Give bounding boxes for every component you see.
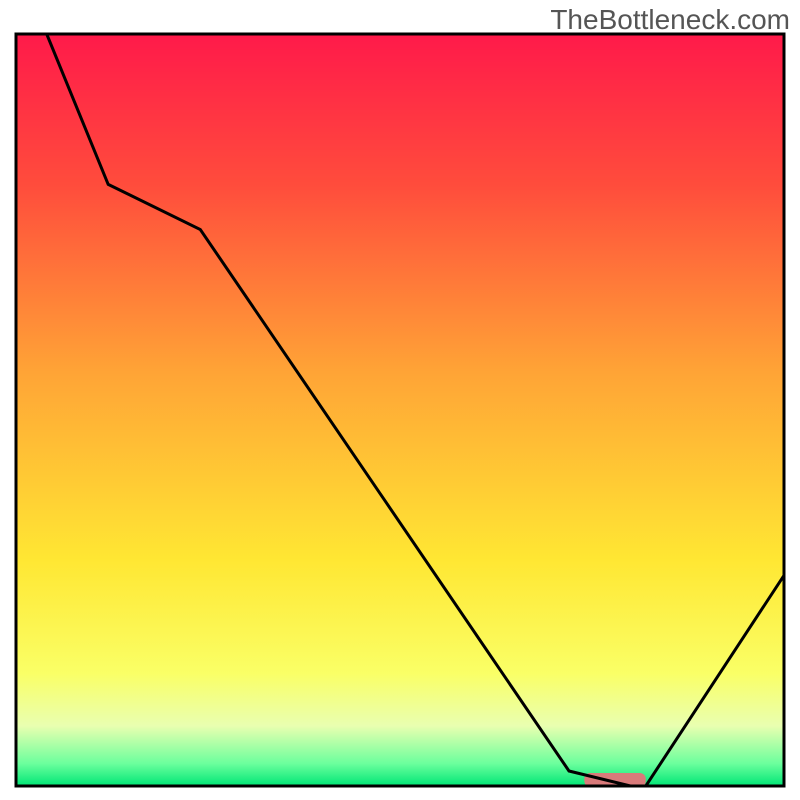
gradient-background xyxy=(16,34,784,786)
chart-container: TheBottleneck.com xyxy=(0,0,800,800)
chart-svg xyxy=(0,0,800,800)
watermark-text: TheBottleneck.com xyxy=(550,4,790,36)
